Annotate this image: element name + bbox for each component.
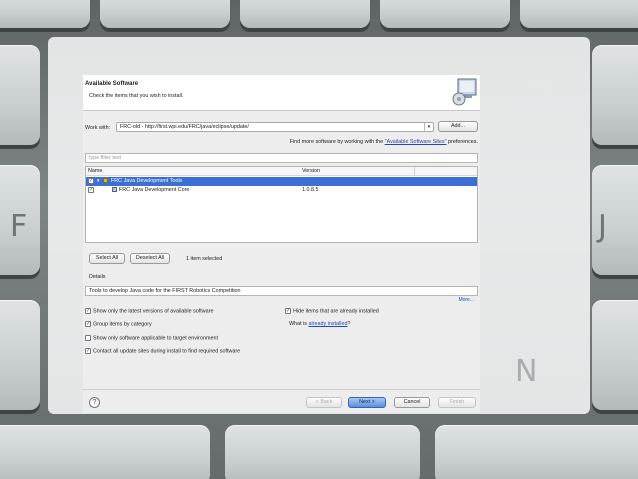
option-label: Contact all update sites during install … [93,348,241,355]
tree-row-label: FRC Java Development Tools [111,178,183,184]
keyboard-key [0,0,90,28]
keyboard-key [0,300,40,410]
feature-icon [112,187,117,192]
what-is-installed-text: What is already installed? [289,321,350,327]
what-is-suffix: ? [347,321,351,327]
filter-input[interactable]: type filter text [85,153,478,163]
key-letter: F [10,209,28,244]
option-latest-versions[interactable]: ✓ Show only the latest versions of availa… [85,308,213,314]
already-installed-link[interactable]: already installed [308,321,347,327]
tree-row-feature[interactable]: ✓ FRC Java Development Core 1.0.8.5 [86,186,477,195]
deselect-all-button[interactable]: Deselect All [130,253,170,264]
keyboard-key [225,425,420,479]
tree-header: Name Version [86,167,477,176]
help-icon[interactable]: ? [89,397,100,408]
option-label: Show only software applicable to target … [93,335,218,342]
option-group-by-category[interactable]: ✓ Group items by category [85,321,152,327]
work-with-combo[interactable]: FRC-old - http://first.wpi.edu/FRC/java/… [116,122,434,132]
more-link[interactable]: More... [458,297,474,303]
keyboard-key [100,0,230,28]
checkbox-icon[interactable]: ✓ [88,187,94,193]
option-label: Hide items that are already installed [293,308,379,315]
option-target-env[interactable]: Show only software applicable to target … [85,335,218,341]
checkbox-icon[interactable]: ✓ [285,308,291,314]
keyboard-key: F [0,165,40,275]
find-more-text: Find more software by working with the "… [290,139,478,145]
dialog-subtitle: Check the items that you wish to install… [89,93,184,99]
find-more-prefix: Find more software by working with the [289,139,385,145]
tree-row-category[interactable]: ✓ ▾ FRC Java Development Tools [86,177,477,186]
dialog-header: Available Software Check the items that … [83,75,480,111]
checkbox-icon[interactable]: ✓ [85,321,91,327]
option-label: Show only the latest versions of availab… [93,308,214,315]
keyboard-key: U [532,45,638,145]
details-text: Tools to develop Java code for the FIRST… [85,286,478,296]
cancel-button[interactable]: Cancel [394,397,430,408]
option-hide-installed[interactable]: ✓ Hide items that are already installed [285,308,379,314]
option-label: Group items by category [93,321,152,328]
keyboard-key [240,0,370,28]
available-software-dialog: Available Software Check the items that … [83,75,480,413]
tree-row-version: 1.0.8.5 [302,187,319,193]
chevron-down-icon[interactable]: ▾ [424,123,433,131]
category-icon [103,178,108,183]
option-contact-sites[interactable]: ✓ Contact all update sites during install… [85,348,240,354]
next-button[interactable]: Next > [348,397,386,408]
software-tree: Name Version ✓ ▾ FRC Java Development To… [85,166,478,243]
keyboard-key [520,0,638,28]
add-site-button[interactable]: Add... [438,121,478,132]
checkbox-icon[interactable] [85,335,91,341]
details-label: Details [89,274,106,280]
keyboard-key [0,425,210,479]
tree-row-label: FRC Java Development Core [119,187,190,193]
dialog-footer: ? < Back Next > Cancel Finish [83,389,480,413]
dialog-title: Available Software [85,81,139,87]
find-more-suffix: preferences. [446,139,478,145]
column-name-header[interactable]: Name [88,168,102,174]
key-letter: N [515,354,538,389]
work-with-value: FRC-old - http://first.wpi.edu/FRC/java/… [120,124,249,130]
keyboard-key [435,425,638,479]
keyboard-key [0,45,40,145]
keyboard-key [592,300,638,410]
select-all-button[interactable]: Select All [89,253,125,264]
column-version-header[interactable]: Version [302,168,320,174]
keyboard-key: J [592,165,638,275]
work-with-label: Work with: [85,125,111,131]
tree-expand-icon[interactable]: ▾ [97,178,100,184]
install-wizard-icon [452,78,477,106]
finish-button[interactable]: Finish [438,397,476,408]
checkbox-icon[interactable]: ✓ [85,348,91,354]
keyboard-key [380,0,510,28]
available-software-sites-link[interactable]: "Available Software Sites" [385,139,447,145]
key-letter: J [598,209,607,244]
checkbox-icon[interactable]: ✓ [85,308,91,314]
column-divider [414,167,415,176]
checkbox-icon[interactable]: ✓ [88,178,94,184]
what-is-prefix: What is [289,321,309,327]
back-button[interactable]: < Back [306,397,342,408]
selected-count: 1 item selected [186,256,223,262]
